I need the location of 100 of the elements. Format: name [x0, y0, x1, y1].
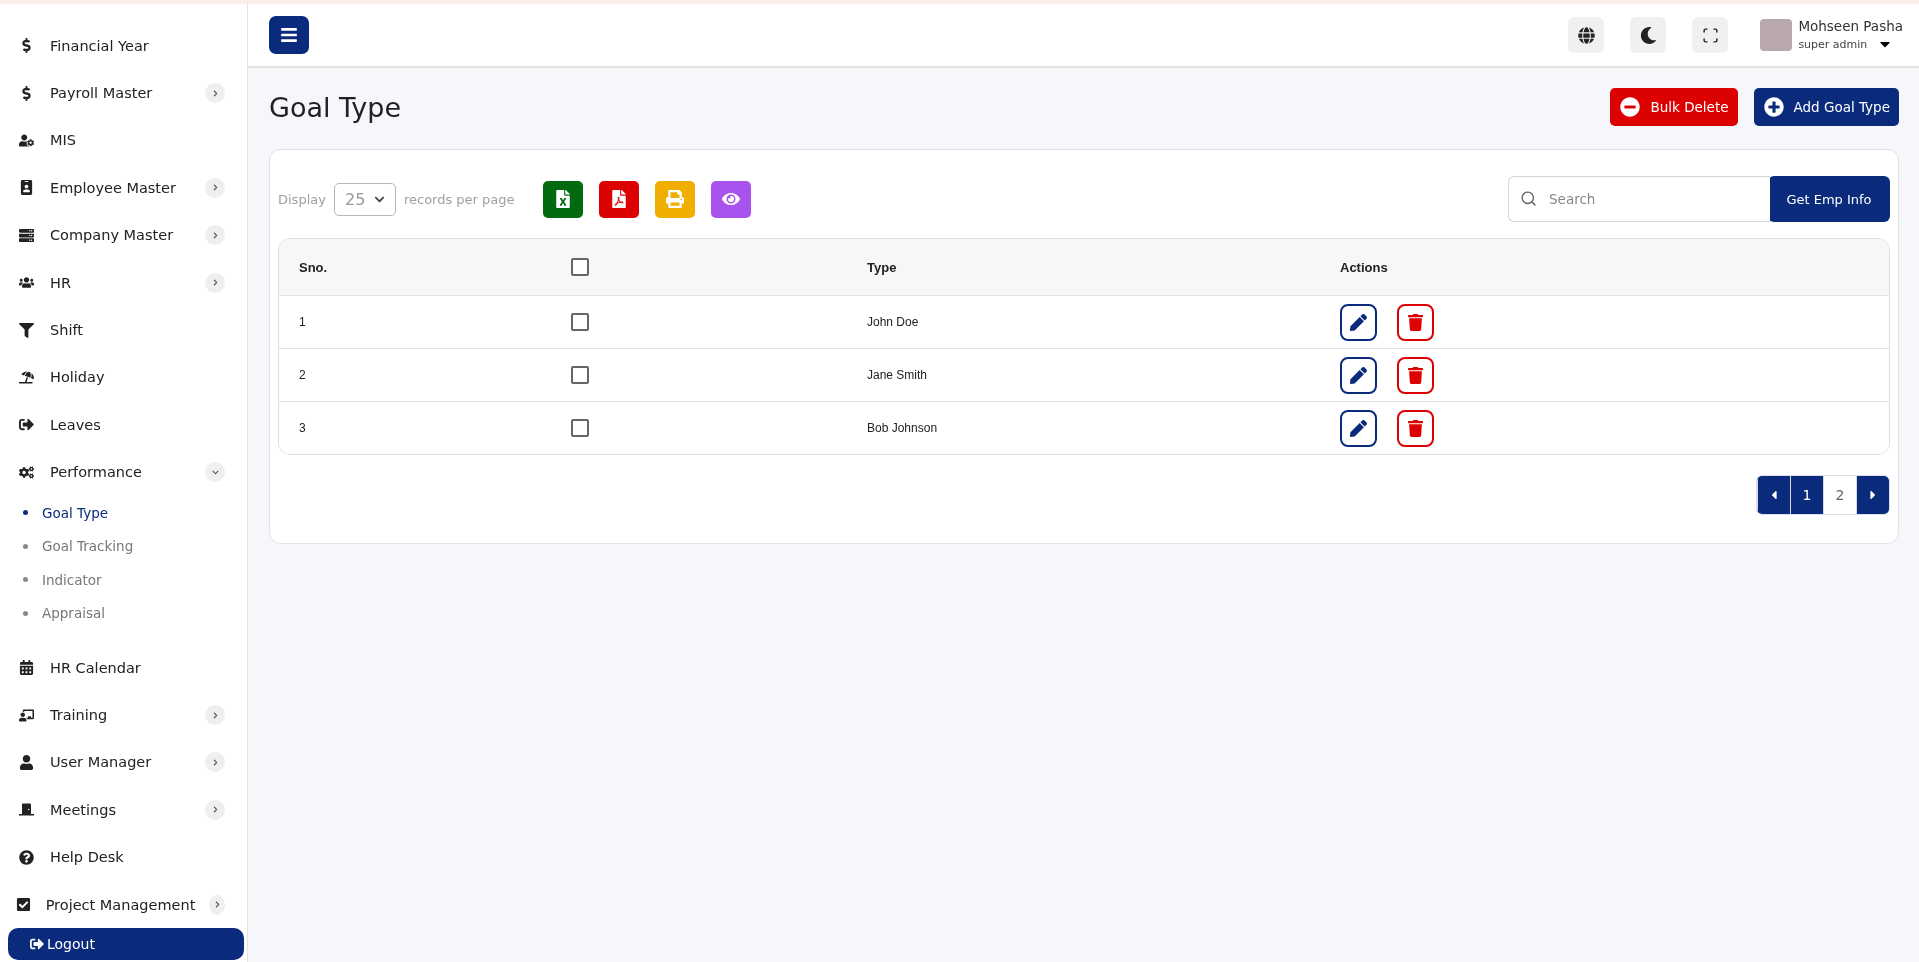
add-button[interactable]: Add Goal Type: [1753, 88, 1899, 126]
next-page-button[interactable]: [1856, 476, 1889, 514]
edit-button[interactable]: [1340, 303, 1377, 341]
door-icon: [16, 802, 36, 818]
trash-icon: [1407, 366, 1424, 384]
sidebar-item[interactable]: MIS: [0, 116, 247, 165]
globe-icon: [1577, 26, 1595, 44]
trash-icon: [1407, 419, 1424, 437]
user-name: Mohseen Pasha: [1798, 18, 1903, 34]
sidebar-item[interactable]: Meetings: [0, 786, 247, 834]
records-label: records per page: [403, 191, 515, 207]
edit-button[interactable]: [1340, 356, 1377, 394]
table-cell-text: John Doe: [866, 315, 920, 329]
sidebar-item-label: Leaves: [50, 416, 102, 433]
bullet-icon: [23, 577, 28, 583]
sidebar-item[interactable]: Training: [0, 691, 247, 739]
moon-button[interactable]: [1630, 17, 1667, 53]
edit-button[interactable]: [1340, 409, 1377, 447]
table-cell-text: 1: [298, 315, 307, 329]
gears-icon: [16, 464, 36, 480]
column-header: Type: [866, 259, 898, 275]
people-icon: [16, 275, 36, 291]
checkbox-icon: [16, 897, 32, 913]
table-cell-text: 2: [298, 368, 307, 382]
submenu-item[interactable]: Goal Type: [0, 495, 247, 530]
sidebar-item-label: Project Management: [45, 896, 196, 913]
sign-out-icon: [16, 417, 36, 433]
pdf-file-icon: [609, 190, 628, 208]
sidebar-item[interactable]: Shift: [0, 306, 247, 354]
page-button[interactable]: 1: [1790, 476, 1823, 514]
row-checkbox[interactable]: [571, 313, 589, 331]
globe-button[interactable]: [1568, 17, 1605, 53]
bullet-icon: [23, 510, 28, 516]
sidebar-item-label: Meetings: [50, 801, 117, 818]
submenu-label: Indicator: [42, 571, 102, 588]
delete-button[interactable]: [1397, 409, 1434, 447]
menu-button[interactable]: [269, 16, 309, 54]
sidebar-item-label: User Manager: [50, 754, 153, 771]
display-label: Display: [278, 191, 326, 207]
table-cell-text: 3: [298, 421, 307, 435]
pdf-button[interactable]: [598, 180, 639, 218]
server-icon: [16, 227, 36, 243]
funnel-icon: [16, 322, 36, 338]
row-checkbox[interactable]: [571, 366, 589, 384]
submenu-item[interactable]: Goal Tracking: [0, 529, 247, 564]
fullscreen-button[interactable]: [1692, 17, 1729, 53]
sidebar-item-label: Financial Year: [50, 37, 150, 54]
moon-icon: [1639, 26, 1657, 44]
get-emp-info-button[interactable]: Get Emp Info: [1768, 176, 1890, 222]
column-header: Actions: [1339, 259, 1389, 275]
sidebar-item-label: MIS: [50, 132, 77, 149]
sidebar-item-label: Performance: [50, 464, 143, 481]
previous-page-button[interactable]: [1757, 476, 1790, 514]
trash-icon: [1407, 313, 1424, 331]
excel-button[interactable]: [542, 180, 583, 218]
sidebar-item[interactable]: User Manager: [0, 738, 247, 787]
user-gear-icon: [16, 132, 36, 148]
sidebar-item[interactable]: Company Master: [0, 211, 247, 259]
page-title: Goal Type: [269, 91, 403, 123]
sidebar-item-label: HR Calendar: [50, 659, 142, 676]
user-role: super admin: [1798, 37, 1868, 51]
pencil-icon: [1350, 419, 1367, 437]
sidebar-item-label: Holiday: [50, 369, 106, 386]
delete-button[interactable]: [1397, 303, 1434, 341]
question-icon: [16, 849, 36, 865]
sidebar-item[interactable]: Help Desk: [0, 833, 247, 881]
sidebar-item[interactable]: Project Management: [0, 880, 247, 929]
sidebar-item-label: Payroll Master: [50, 85, 154, 102]
submenu-item[interactable]: Appraisal: [0, 596, 247, 631]
sidebar-item[interactable]: Employee Master: [0, 164, 247, 212]
sidebar-item[interactable]: HR Calendar: [0, 644, 247, 692]
avatar-placeholder: [1760, 19, 1793, 51]
excel-file-icon: [553, 190, 572, 208]
column-header: Sno.: [298, 259, 329, 275]
sign-out-icon: [30, 937, 44, 952]
eye-icon: [721, 190, 740, 208]
sidebar-item-label: Employee Master: [50, 179, 177, 196]
view-button[interactable]: [710, 180, 751, 218]
logout-button[interactable]: Logout: [8, 928, 244, 960]
presenter-icon: [16, 707, 36, 723]
submenu-label: Goal Type: [42, 504, 109, 521]
delete-button[interactable]: [1397, 356, 1434, 394]
sidebar-item[interactable]: Holiday: [0, 353, 247, 402]
sidebar-item[interactable]: HR: [0, 258, 247, 307]
sidebar-item[interactable]: Financial Year: [0, 22, 247, 70]
menu-icon: [280, 26, 298, 44]
sidebar-item-label: Help Desk: [50, 849, 125, 866]
sidebar-item[interactable]: Leaves: [0, 401, 247, 449]
submenu-item[interactable]: Indicator: [0, 563, 247, 597]
sidebar-item-label: Shift: [50, 322, 84, 339]
table-cell-text: Jane Smith: [866, 368, 929, 382]
minus-icon: [1620, 97, 1641, 117]
bulk-delete-button[interactable]: Bulk Delete: [1610, 88, 1738, 126]
pencil-icon: [1350, 366, 1367, 384]
sidebar-item[interactable]: Payroll Master: [0, 69, 247, 117]
submenu-label: Goal Tracking: [42, 538, 134, 555]
row-checkbox[interactable]: [571, 419, 589, 437]
select-all-checkbox[interactable]: [571, 258, 589, 276]
sidebar-item[interactable]: Performance: [0, 448, 247, 496]
search-field[interactable]: Search: [1508, 176, 1770, 222]
